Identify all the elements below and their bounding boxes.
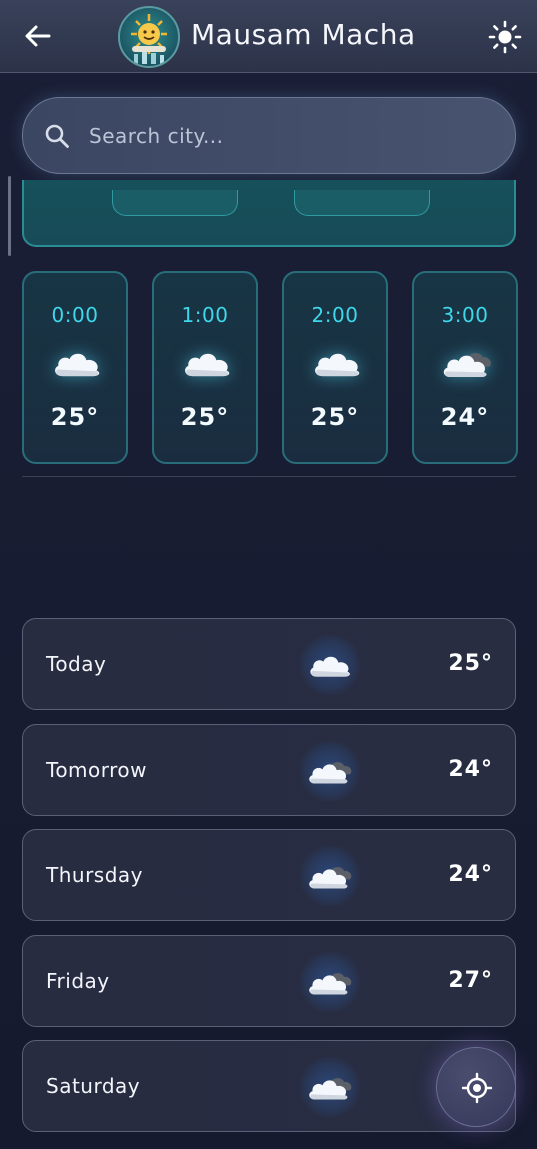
partly-cloudy-icon xyxy=(305,1069,355,1105)
hourly-card[interactable]: 1:00 25° xyxy=(152,271,258,464)
weather-app: Mausam Macha 0:00 xyxy=(0,0,537,1149)
search-bar[interactable] xyxy=(22,97,516,174)
current-location-button[interactable] xyxy=(436,1047,516,1127)
day-icon-glow xyxy=(300,635,360,695)
day-name: Today xyxy=(46,652,107,676)
hour-time: 0:00 xyxy=(51,303,99,327)
partly-cloudy-icon xyxy=(305,858,355,894)
day-name: Friday xyxy=(46,969,110,993)
current-weather-card xyxy=(22,180,516,247)
day-temp: 25° xyxy=(448,651,493,676)
partly-cloudy-icon xyxy=(305,753,355,789)
hour-temp: 24° xyxy=(440,403,490,431)
arrow-left-icon xyxy=(25,25,51,47)
app-logo xyxy=(118,6,180,68)
current-detail-pill xyxy=(112,190,238,216)
day-name: Saturday xyxy=(46,1074,141,1098)
search-icon[interactable] xyxy=(43,122,71,150)
partly-cloudy-icon xyxy=(305,964,355,1000)
day-icon-glow xyxy=(300,1057,360,1117)
daily-row[interactable]: Tomorrow 24° xyxy=(22,724,516,816)
hour-time: 3:00 xyxy=(441,303,489,327)
day-name: Thursday xyxy=(46,863,143,887)
cloud-icon xyxy=(309,343,365,383)
section-divider xyxy=(22,476,516,477)
current-detail-pill xyxy=(294,190,430,216)
location-target-icon xyxy=(461,1072,493,1104)
daily-row[interactable]: Friday 27° xyxy=(22,935,516,1027)
hour-temp: 25° xyxy=(50,403,100,431)
scrollbar[interactable] xyxy=(8,176,11,256)
cloud-icon xyxy=(179,343,235,383)
hour-time: 1:00 xyxy=(181,303,229,327)
theme-toggle-button[interactable] xyxy=(488,20,522,54)
day-temp: 24° xyxy=(448,862,493,887)
hourly-card[interactable]: 0:00 25° xyxy=(22,271,128,464)
hourly-card[interactable]: 3:00 24° xyxy=(412,271,518,464)
app-header: Mausam Macha xyxy=(0,0,537,73)
hour-temp: 25° xyxy=(310,403,360,431)
hour-time: 2:00 xyxy=(311,303,359,327)
cloud-icon xyxy=(49,343,105,383)
hourly-card[interactable]: 2:00 25° xyxy=(282,271,388,464)
sun-icon xyxy=(488,20,522,54)
day-name: Tomorrow xyxy=(46,758,148,782)
daily-row[interactable]: Thursday 24° xyxy=(22,829,516,921)
day-temp: 24° xyxy=(448,757,493,782)
search-input[interactable] xyxy=(89,118,489,154)
day-icon-glow xyxy=(300,952,360,1012)
day-temp: 27° xyxy=(448,968,493,993)
back-button[interactable] xyxy=(20,18,56,54)
hour-temp: 25° xyxy=(180,403,230,431)
app-title: Mausam Macha xyxy=(191,18,416,51)
cloud-icon xyxy=(305,647,355,683)
partly-cloudy-icon xyxy=(439,343,495,383)
daily-row[interactable]: Today 25° xyxy=(22,618,516,710)
day-icon-glow xyxy=(300,846,360,906)
hourly-forecast: 0:00 25° 1:00 25° 2:00 25° 3:00 24° xyxy=(22,271,518,465)
smiling-sun-logo-icon xyxy=(131,14,167,64)
day-icon-glow xyxy=(300,741,360,801)
